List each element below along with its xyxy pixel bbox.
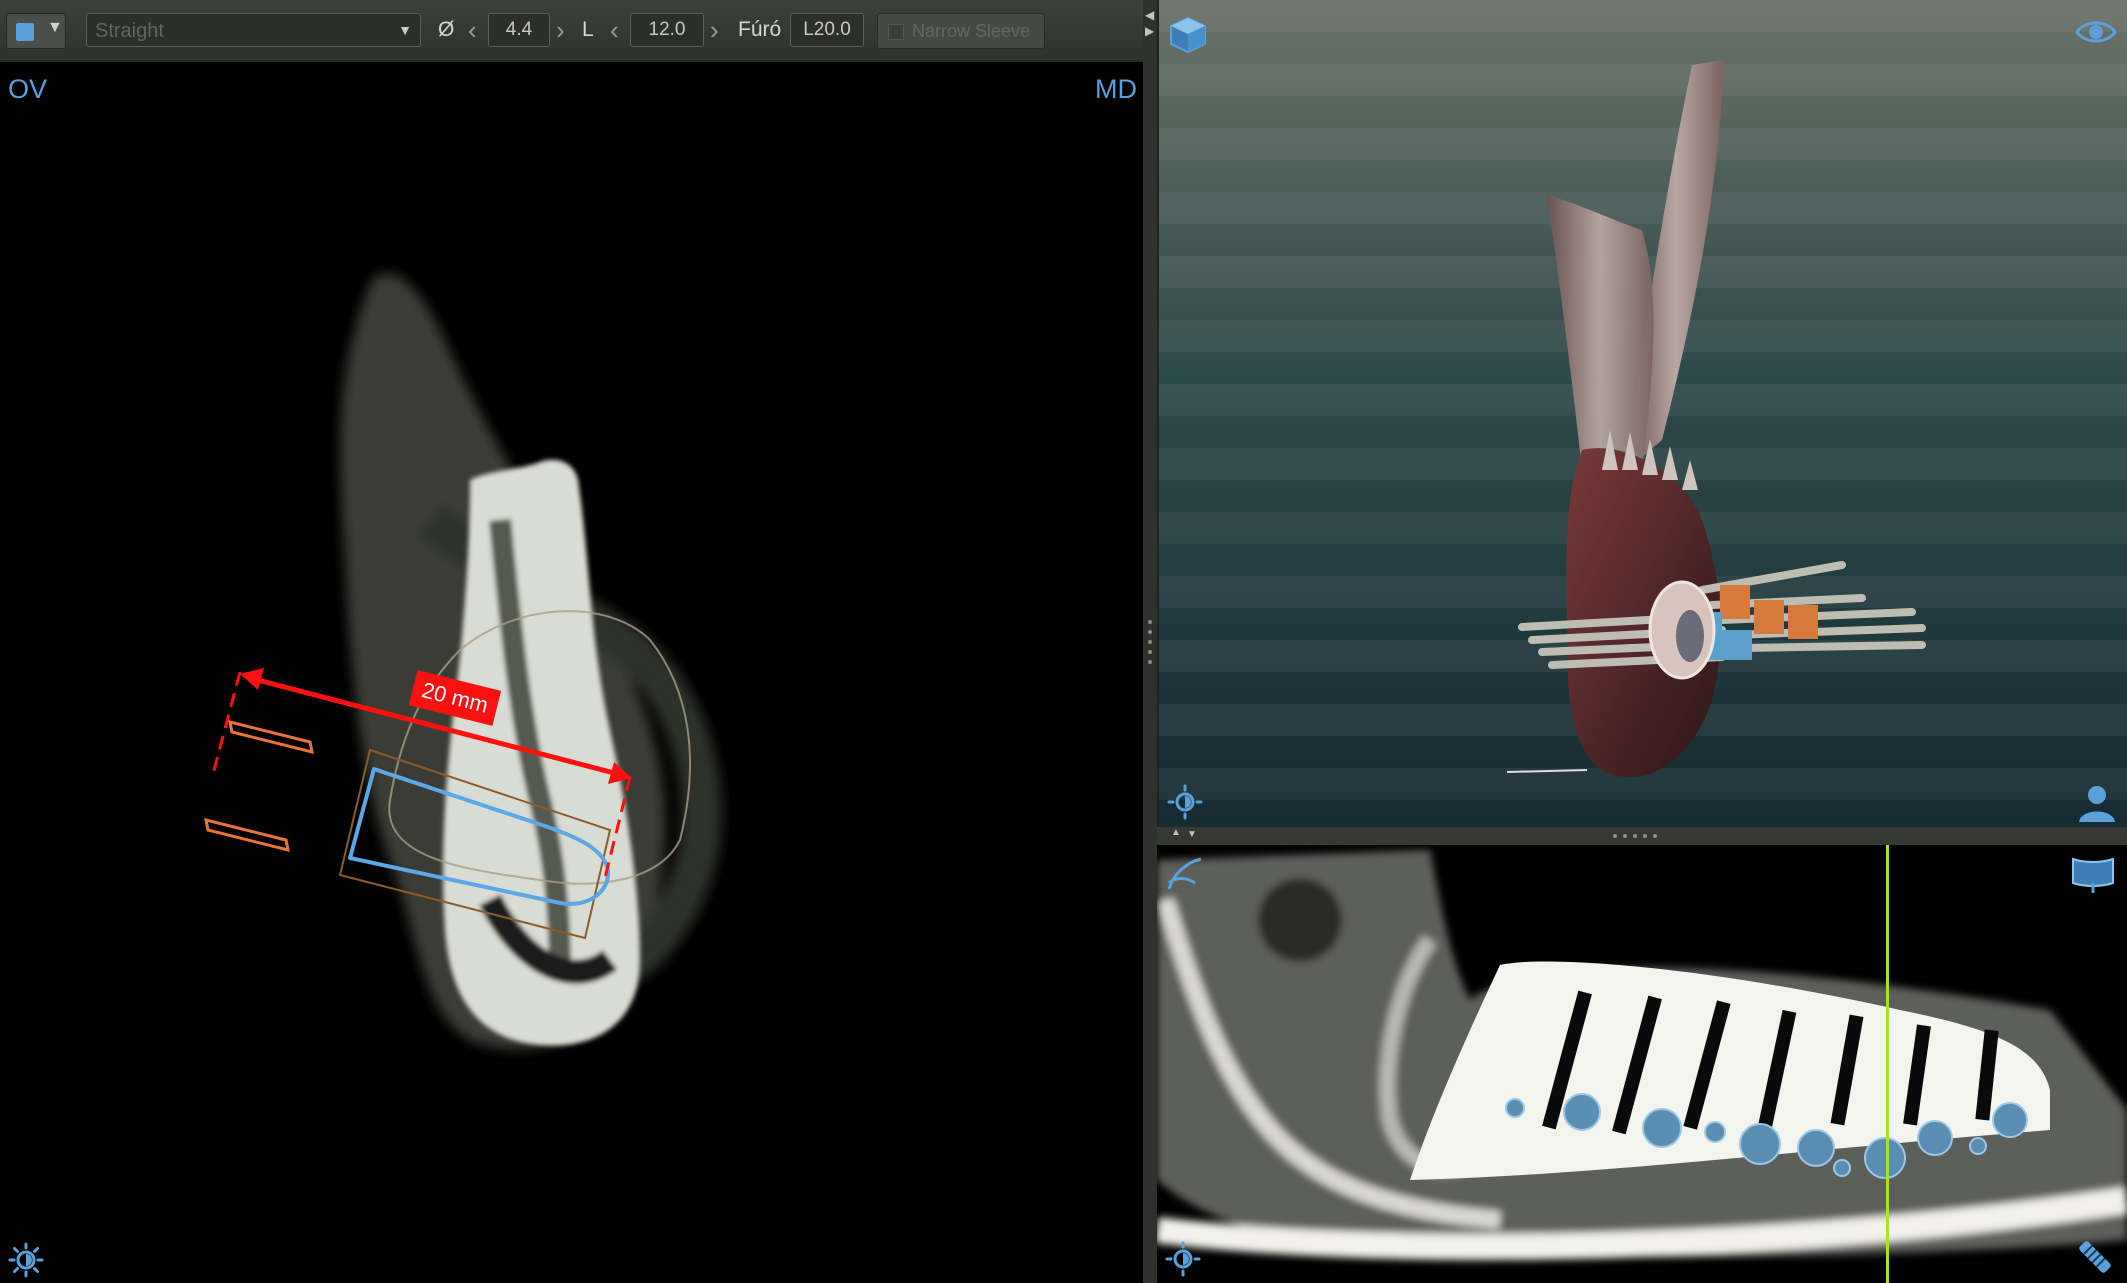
splitter-grip	[1653, 834, 1657, 838]
splitter-grip	[1613, 834, 1617, 838]
eye-icon[interactable]	[2075, 18, 2117, 46]
implant-icon[interactable]	[2073, 1235, 2117, 1279]
splitter-grip	[1148, 640, 1152, 644]
panoramic-ct-image	[1157, 850, 2127, 1260]
expand-right-icon[interactable]: ▶	[1145, 24, 1154, 38]
brightness-icon[interactable]	[8, 1242, 44, 1278]
collapse-left-icon[interactable]: ◀	[1145, 8, 1154, 22]
cross-section-viewport[interactable]: ▼ Straight ▼ Ø ‹ 4.4 › L ‹ 12.0 › Fúró L…	[0, 0, 1143, 1283]
3d-viewport[interactable]	[1157, 0, 2127, 827]
expand-down-icon[interactable]: ▼	[1187, 829, 1197, 840]
vertical-splitter[interactable]: ◀ ▶	[1143, 0, 1157, 1283]
distance-measurement[interactable]	[0, 0, 1143, 1283]
splitter-grip	[1148, 620, 1152, 624]
brightness-icon[interactable]	[1165, 1241, 1201, 1277]
splitter-grip	[1623, 834, 1627, 838]
curve-icon[interactable]	[1165, 853, 1205, 893]
person-icon[interactable]	[2077, 784, 2117, 822]
splitter-grip	[1148, 630, 1152, 634]
splitter-grip	[1148, 660, 1152, 664]
brightness-icon[interactable]	[1167, 784, 1203, 820]
splitter-grip	[1148, 650, 1152, 654]
cross-section-position-line[interactable]	[1886, 845, 1889, 1283]
splitter-grip	[1633, 834, 1637, 838]
collapse-up-icon[interactable]: ▲	[1171, 827, 1181, 838]
cube-icon[interactable]	[1167, 14, 1209, 56]
panoramic-viewport[interactable]	[1157, 845, 2127, 1283]
panorama-icon[interactable]	[2071, 853, 2115, 893]
horizontal-splitter[interactable]: ▲ ▼	[1157, 827, 2127, 845]
3d-jaw-model	[1506, 60, 1926, 778]
splitter-grip	[1643, 834, 1647, 838]
